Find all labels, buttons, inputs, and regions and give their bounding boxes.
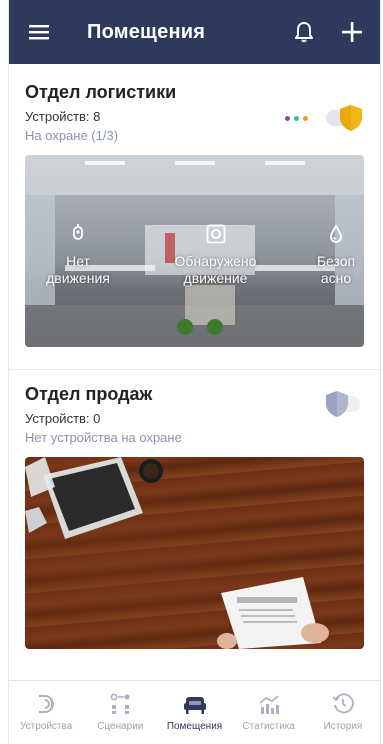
tab-label: Помещения [166, 721, 223, 732]
room-photo-desk[interactable] [25, 457, 364, 649]
dot-purple [285, 116, 290, 121]
history-icon [332, 693, 354, 714]
plus-icon[interactable] [338, 18, 366, 46]
sensor-label: Обнаружено движение [174, 253, 257, 286]
more-dots-icon[interactable] [285, 116, 308, 121]
room-title: Отдел продаж [25, 384, 153, 404]
bell-icon[interactable] [290, 18, 318, 46]
shield-icon [340, 105, 362, 131]
tab-history[interactable]: История [306, 681, 380, 744]
room-status: На охране (1/3) [25, 128, 119, 143]
tab-label: Сценарии [97, 721, 144, 732]
sensor-label: Безоп асно [316, 253, 356, 286]
scenarios-icon [110, 693, 130, 714]
page-title: Помещения [87, 20, 206, 43]
devices-icon [39, 695, 55, 713]
tab-label: История [323, 721, 363, 732]
sensor-label: Нет движения [46, 253, 110, 286]
sensor-camera[interactable]: Обнаружено движение [161, 223, 271, 287]
dot-orange [303, 116, 308, 121]
statistics-icon [259, 695, 279, 714]
dot-green [294, 116, 299, 121]
shield-icon [326, 391, 348, 417]
tab-statistics[interactable]: Статистика [232, 681, 306, 744]
app-bar: Помещения [9, 0, 380, 64]
room-card-logistics[interactable]: Отдел логистики Устройств: 8 На охране (… [9, 64, 380, 347]
sensor-motion[interactable]: Нет движения [33, 223, 123, 287]
bottom-tab-bar: Устройства Сценарии Помещения Статистика… [9, 680, 380, 744]
desk-illustration [25, 457, 329, 649]
sensor-list: Нет движения Обнаружено движение Безоп асно [25, 223, 364, 287]
room-title: Отдел логистики [25, 82, 177, 102]
menu-icon[interactable] [25, 18, 53, 46]
tab-devices[interactable]: Устройства [9, 681, 83, 744]
tab-label: Статистика [242, 721, 295, 732]
app-frame: Помещения Отдел логистики Устройств: 8 Н… [8, 0, 381, 744]
tab-rooms[interactable]: Помещения [157, 681, 231, 744]
room-device-count: Устройств: 0 [25, 411, 101, 426]
room-photo-office[interactable]: Нет движения Обнаружено движение Безоп асно [25, 155, 364, 347]
tab-label: Устройства [19, 721, 73, 732]
room-header: Отдел логистики Устройств: 8 На охране (… [25, 82, 364, 143]
room-status: Нет устройства на охране [25, 430, 182, 445]
motion-sensor-icon [72, 223, 84, 245]
arm-toggle[interactable] [324, 104, 364, 132]
camera-sensor-icon [206, 223, 226, 245]
sensor-leak[interactable]: Безоп асно [308, 223, 364, 287]
arm-toggle[interactable] [324, 390, 364, 418]
tab-scenarios[interactable]: Сценарии [83, 681, 157, 744]
room-header: Отдел продаж Устройств: 0 Нет устройства… [25, 384, 364, 445]
rooms-icon [183, 697, 206, 714]
leak-sensor-icon [329, 223, 343, 245]
room-device-count: Устройств: 8 [25, 109, 101, 124]
room-card-sales[interactable]: Отдел продаж Устройств: 0 Нет устройства… [9, 370, 380, 649]
